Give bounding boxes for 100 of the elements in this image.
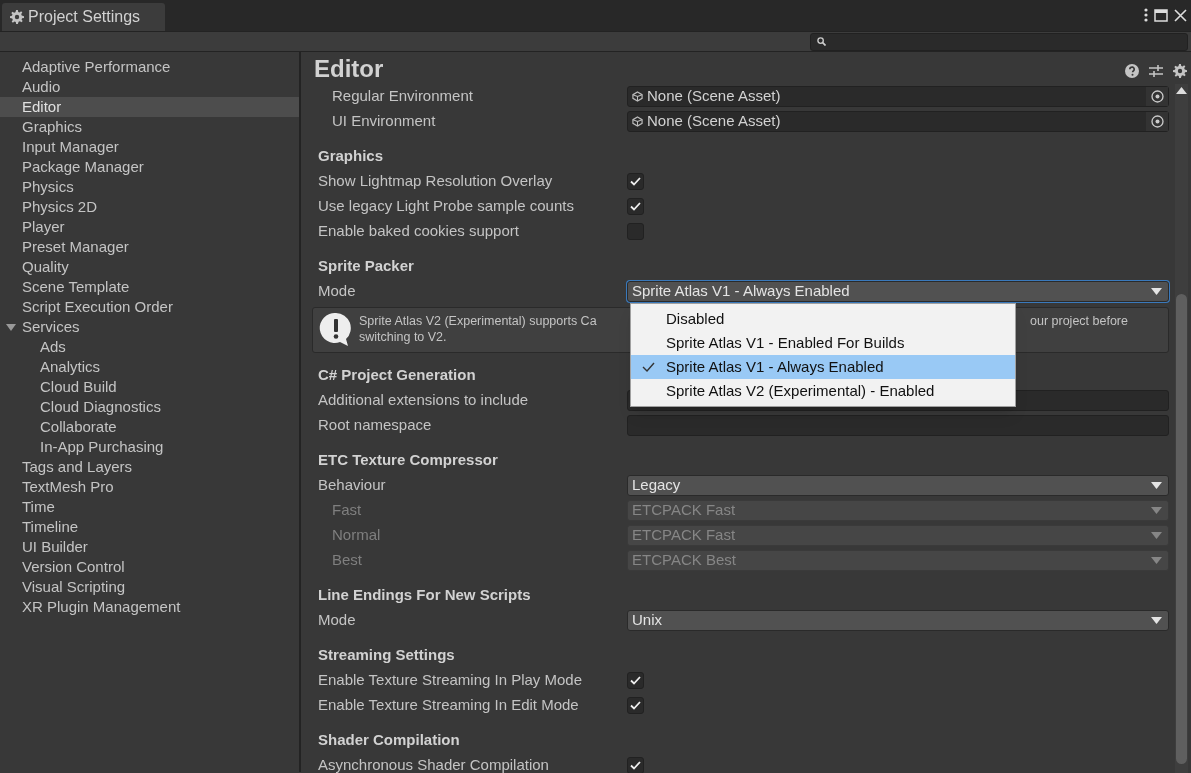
section-heading: C# Project Generation — [317, 365, 476, 386]
sidebar-item[interactable]: In-App Purchasing — [0, 437, 299, 457]
check-icon — [642, 362, 655, 372]
scrollbar-thumb[interactable] — [1176, 294, 1187, 764]
sidebar-item[interactable]: Services — [0, 317, 299, 337]
search-icon — [817, 37, 826, 46]
target-icon[interactable] — [1150, 90, 1164, 103]
sidebar-item[interactable]: Cloud Build — [0, 377, 299, 397]
dropdown-option[interactable]: Disabled — [631, 307, 1015, 331]
maximize-icon[interactable] — [1154, 8, 1168, 22]
dropdown-option[interactable]: Sprite Atlas V2 (Experimental) - Enabled — [631, 379, 1015, 403]
section-heading: Sprite Packer — [317, 256, 414, 277]
sidebar-item[interactable]: Collaborate — [0, 417, 299, 437]
scrollbar[interactable] — [1175, 84, 1188, 773]
help-text: our project before — [1030, 313, 1128, 329]
section-heading: Streaming Settings — [317, 645, 455, 666]
checkmark-icon — [630, 202, 641, 211]
sidebar-item[interactable]: Package Manager — [0, 157, 299, 177]
sidebar-item[interactable]: Time — [0, 497, 299, 517]
checkbox[interactable] — [627, 173, 644, 190]
expanded-triangle-icon[interactable] — [6, 322, 16, 332]
dropdown[interactable]: Legacy — [627, 475, 1169, 496]
sidebar-item[interactable]: Physics — [0, 177, 299, 197]
section-heading: ETC Texture Compressor — [317, 450, 498, 471]
checkmark-icon — [630, 701, 641, 710]
help-icon[interactable] — [1125, 64, 1139, 78]
field-label: Enable Texture Streaming In Play Mode — [317, 670, 584, 691]
scroll-up-icon[interactable] — [1176, 87, 1187, 94]
field-label: UI Environment — [331, 111, 437, 132]
dropdown[interactable]: Sprite Atlas V1 - Always Enabled — [627, 281, 1169, 302]
field-label: Behaviour — [317, 475, 387, 496]
page-title: Editor — [314, 54, 385, 84]
dropdown[interactable]: Unix — [627, 610, 1169, 631]
sidebar-item[interactable]: Visual Scripting — [0, 577, 299, 597]
sidebar-item[interactable]: Version Control — [0, 557, 299, 577]
object-field[interactable]: None (Scene Asset) — [627, 111, 1169, 132]
sidebar-item[interactable]: Input Manager — [0, 137, 299, 157]
sidebar-item[interactable]: Cloud Diagnostics — [0, 397, 299, 417]
sidebar-item[interactable]: Tags and Layers — [0, 457, 299, 477]
sidebar-item[interactable]: Audio — [0, 77, 299, 97]
checkbox[interactable] — [627, 672, 644, 689]
window-tab[interactable]: Project Settings — [2, 3, 165, 31]
field-label: Show Lightmap Resolution Overlay — [317, 171, 554, 192]
field-label: Root namespace — [317, 415, 433, 436]
help-text: switching to V2. — [359, 329, 448, 345]
sidebar-item[interactable]: Player — [0, 217, 299, 237]
dropdown-arrow-icon — [1151, 617, 1162, 624]
section-heading: Graphics — [317, 146, 384, 167]
field-label: Additional extensions to include — [317, 390, 530, 411]
sidebar-item[interactable]: TextMesh Pro — [0, 477, 299, 497]
target-icon[interactable] — [1150, 115, 1164, 128]
field-label: Regular Environment — [331, 86, 474, 107]
sidebar-item[interactable]: Ads — [0, 337, 299, 357]
sidebar-item[interactable]: Editor — [0, 97, 299, 117]
dropdown-arrow-icon — [1151, 288, 1162, 295]
sliders-icon[interactable] — [1149, 64, 1163, 78]
settings-icon[interactable] — [1173, 64, 1187, 78]
dropdown-arrow-icon — [1151, 557, 1162, 564]
checkmark-icon — [630, 761, 641, 770]
sidebar-item[interactable]: Scene Template — [0, 277, 299, 297]
checkbox[interactable] — [627, 697, 644, 714]
sidebar-item[interactable]: Script Execution Order — [0, 297, 299, 317]
warning-icon — [319, 312, 353, 348]
section-heading: Shader Compilation — [317, 730, 460, 751]
field-label: Fast — [331, 500, 363, 521]
field-label: Best — [331, 550, 363, 571]
dropdown-option[interactable]: Sprite Atlas V1 - Enabled For Builds — [631, 331, 1015, 355]
dropdown-arrow-icon — [1151, 482, 1162, 489]
settings-icon — [10, 10, 24, 24]
dropdown-option[interactable]: Sprite Atlas V1 - Always Enabled — [631, 355, 1015, 379]
sidebar-item[interactable]: Physics 2D — [0, 197, 299, 217]
checkmark-icon — [630, 177, 641, 186]
field-label: Normal — [331, 525, 382, 546]
sidebar-item[interactable]: UI Builder — [0, 537, 299, 557]
cube-icon — [632, 91, 643, 102]
window-title: Project Settings — [28, 7, 141, 27]
object-field[interactable]: None (Scene Asset) — [627, 86, 1169, 107]
checkbox[interactable] — [627, 757, 644, 773]
more-options-icon[interactable] — [1144, 8, 1148, 22]
field-label: Enable Texture Streaming In Edit Mode — [317, 695, 580, 716]
dropdown-arrow-icon — [1151, 507, 1162, 514]
search-field[interactable] — [810, 32, 1188, 51]
dropdown-arrow-icon — [1151, 532, 1162, 539]
field-label: Use legacy Light Probe sample counts — [317, 196, 575, 217]
cube-icon — [632, 116, 643, 127]
help-text: Sprite Atlas V2 (Experimental) supports Ca — [359, 313, 597, 329]
sidebar-item[interactable]: Quality — [0, 257, 299, 277]
field-label: Enable baked cookies support — [317, 221, 520, 242]
field-label: Asynchronous Shader Compilation — [317, 755, 550, 773]
sidebar-item[interactable]: Timeline — [0, 517, 299, 537]
checkbox[interactable] — [627, 198, 644, 215]
field-label: Mode — [317, 610, 357, 631]
sidebar-item[interactable]: Analytics — [0, 357, 299, 377]
section-heading: Line Endings For New Scripts — [317, 585, 531, 606]
sidebar-item[interactable]: Adaptive Performance — [0, 57, 299, 77]
close-icon[interactable] — [1174, 8, 1187, 22]
sidebar-item[interactable]: XR Plugin Management — [0, 597, 299, 617]
sidebar-item[interactable]: Graphics — [0, 117, 299, 137]
text-field[interactable] — [627, 415, 1169, 436]
sidebar-item[interactable]: Preset Manager — [0, 237, 299, 257]
